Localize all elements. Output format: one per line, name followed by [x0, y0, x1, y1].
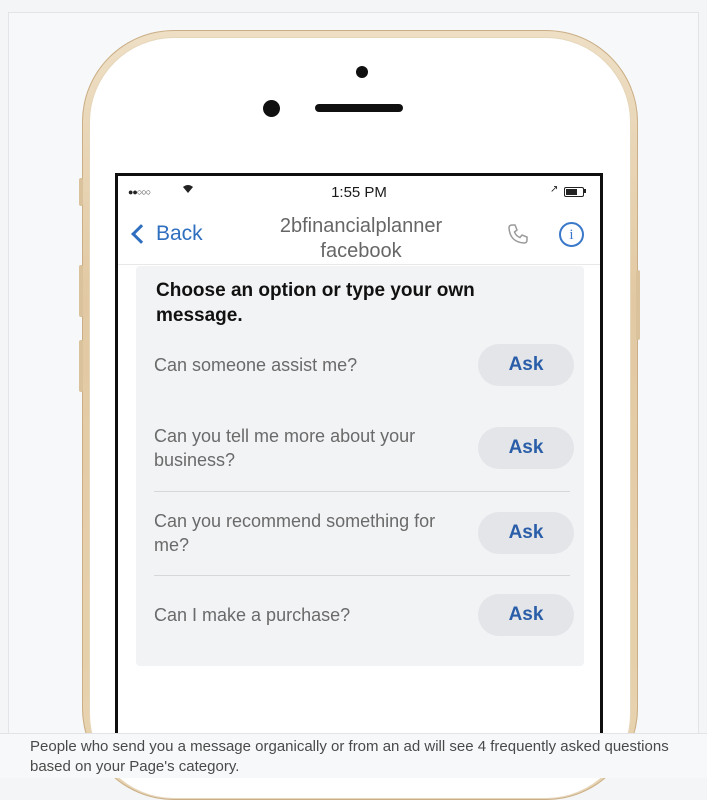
- ask-button[interactable]: Ask: [478, 427, 574, 469]
- caption-text: People who send you a message organicall…: [30, 738, 669, 775]
- row-divider: [154, 491, 570, 492]
- volume-down-button: [79, 340, 83, 392]
- battery-icon: ↗: [550, 184, 590, 197]
- volume-up-button: [79, 265, 83, 317]
- question-text: Can you tell me more about your business…: [154, 426, 416, 470]
- explanation-caption: People who send you a message organicall…: [0, 733, 707, 778]
- question-row: Can you tell me more about your business…: [154, 424, 574, 476]
- ask-button[interactable]: Ask: [478, 594, 574, 636]
- mute-switch: [79, 178, 83, 206]
- back-button[interactable]: Back: [130, 222, 203, 246]
- suggested-questions-card: Choose an option or type your own messag…: [136, 266, 584, 666]
- camera-icon: [356, 66, 368, 78]
- question-text: Can you recommend something for me?: [154, 511, 436, 555]
- sensor-icon: [263, 100, 280, 117]
- ask-button[interactable]: Ask: [478, 344, 574, 386]
- status-time: 1:55 PM: [331, 184, 387, 201]
- page-title: 2bfinancialplanner facebook: [236, 214, 486, 264]
- ask-button[interactable]: Ask: [478, 512, 574, 554]
- phone-screen: ●●○○○ 1:55 PM ↗ Back 2bfinancialplanner …: [115, 173, 603, 733]
- back-label: Back: [156, 222, 203, 245]
- phone-icon[interactable]: [506, 222, 530, 251]
- info-icon[interactable]: i: [559, 222, 584, 247]
- question-text: Can someone assist me?: [154, 355, 358, 375]
- power-button: [636, 270, 640, 340]
- question-row: Can someone assist me? Ask: [154, 344, 574, 386]
- card-heading: Choose an option or type your own messag…: [156, 280, 475, 326]
- page-title-line1: 2bfinancialplanner: [279, 215, 443, 237]
- chevron-left-icon: [131, 224, 151, 244]
- row-divider: [154, 575, 570, 576]
- conversation-header: Back 2bfinancialplanner facebook i: [118, 208, 600, 265]
- status-bar: ●●○○○ 1:55 PM ↗: [118, 176, 600, 206]
- page-title-line2: facebook: [320, 240, 402, 262]
- earpiece-speaker: [315, 104, 403, 112]
- question-text: Can I make a purchase?: [154, 605, 351, 625]
- question-row: Can I make a purchase? Ask: [154, 594, 574, 636]
- question-row: Can you recommend something for me? Ask: [154, 509, 574, 561]
